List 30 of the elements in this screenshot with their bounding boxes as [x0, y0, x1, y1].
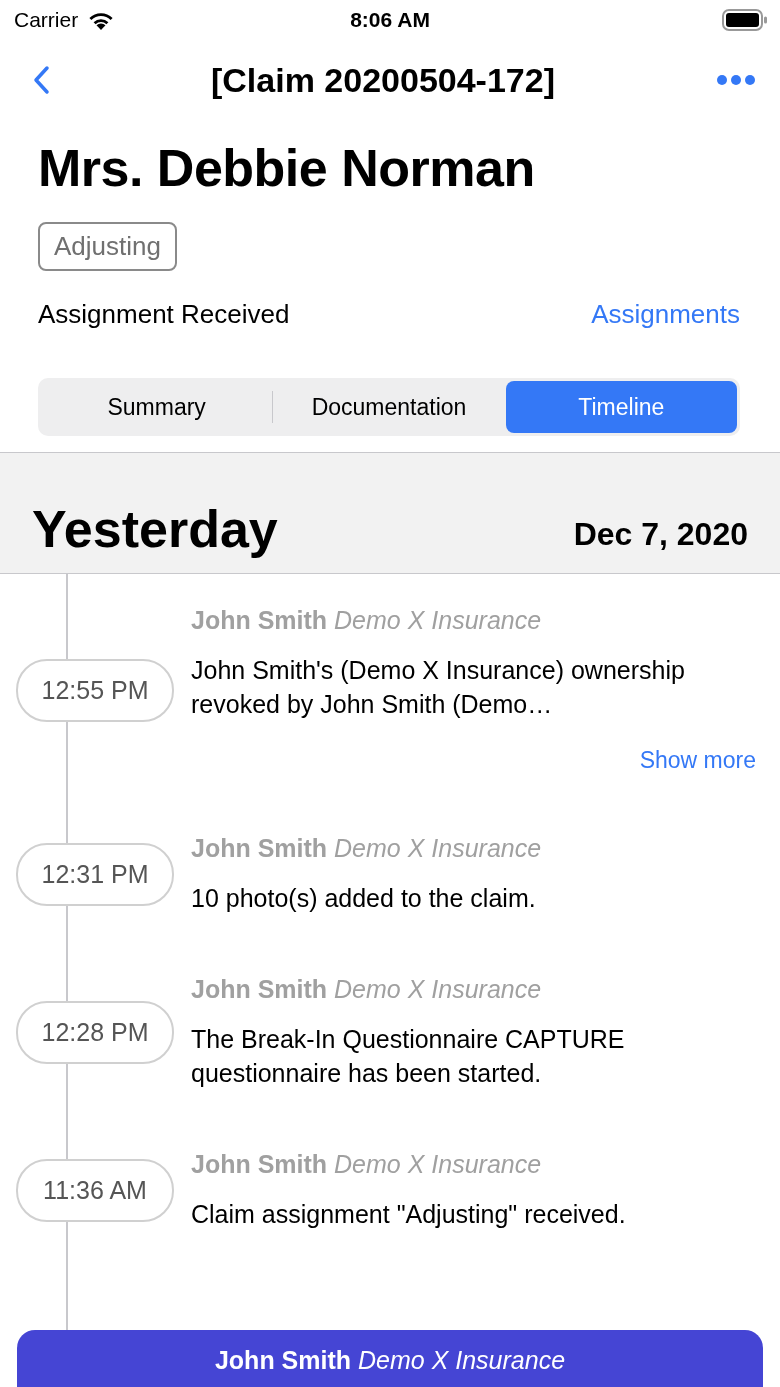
- more-icon: [716, 74, 756, 86]
- segment-tab[interactable]: Summary: [41, 381, 273, 433]
- show-more-link[interactable]: Show more: [639, 747, 756, 773]
- segment-tab[interactable]: Documentation: [273, 381, 505, 433]
- entry-author: John Smith Demo X Insurance: [191, 1150, 543, 1179]
- status-badge: Adjusting: [38, 222, 177, 271]
- time-pill: 11:36 AM: [16, 1159, 174, 1222]
- carrier-label: Carrier: [14, 8, 79, 32]
- segment-tab[interactable]: Timeline: [505, 381, 737, 433]
- entry-author: John Smith Demo X Insurance: [191, 834, 543, 863]
- time-pill: 12:55 PM: [16, 658, 174, 722]
- section-date: Dec 7, 2020: [573, 516, 748, 554]
- assignment-status: Assignment Received: [38, 299, 290, 330]
- battery-icon: [722, 9, 768, 31]
- user-bar-button[interactable]: John Smith Demo X Insurance: [17, 1330, 763, 1387]
- entry-text: John Smith's (Demo X Insurance) ownership revoked by John Smith (Demo…: [191, 655, 686, 720]
- entry-author: John Smith Demo X Insurance: [191, 975, 543, 1004]
- entry-text: 10 photo(s) added to the claim.: [191, 883, 537, 914]
- more-button[interactable]: [714, 72, 758, 88]
- time-pill: 12:28 PM: [16, 1001, 174, 1064]
- clock-time: 8:06 AM: [350, 8, 430, 32]
- assignments-link[interactable]: Assignments: [591, 299, 740, 330]
- nav-title: [Claim 20200504-172]: [211, 60, 555, 100]
- claimant-name: Mrs. Debbie Norman: [38, 138, 536, 198]
- entry-text: Claim assignment "Adjusting" received.: [191, 1199, 627, 1230]
- time-pill: 12:31 PM: [16, 843, 174, 906]
- chevron-left-icon: [32, 65, 50, 95]
- entry-text: The Break-In Questionnaire CAPTURE questionnaire has been started.: [191, 1024, 626, 1089]
- entry-author: John Smith Demo X Insurance: [191, 606, 543, 635]
- section-title: Yesterday: [32, 499, 278, 559]
